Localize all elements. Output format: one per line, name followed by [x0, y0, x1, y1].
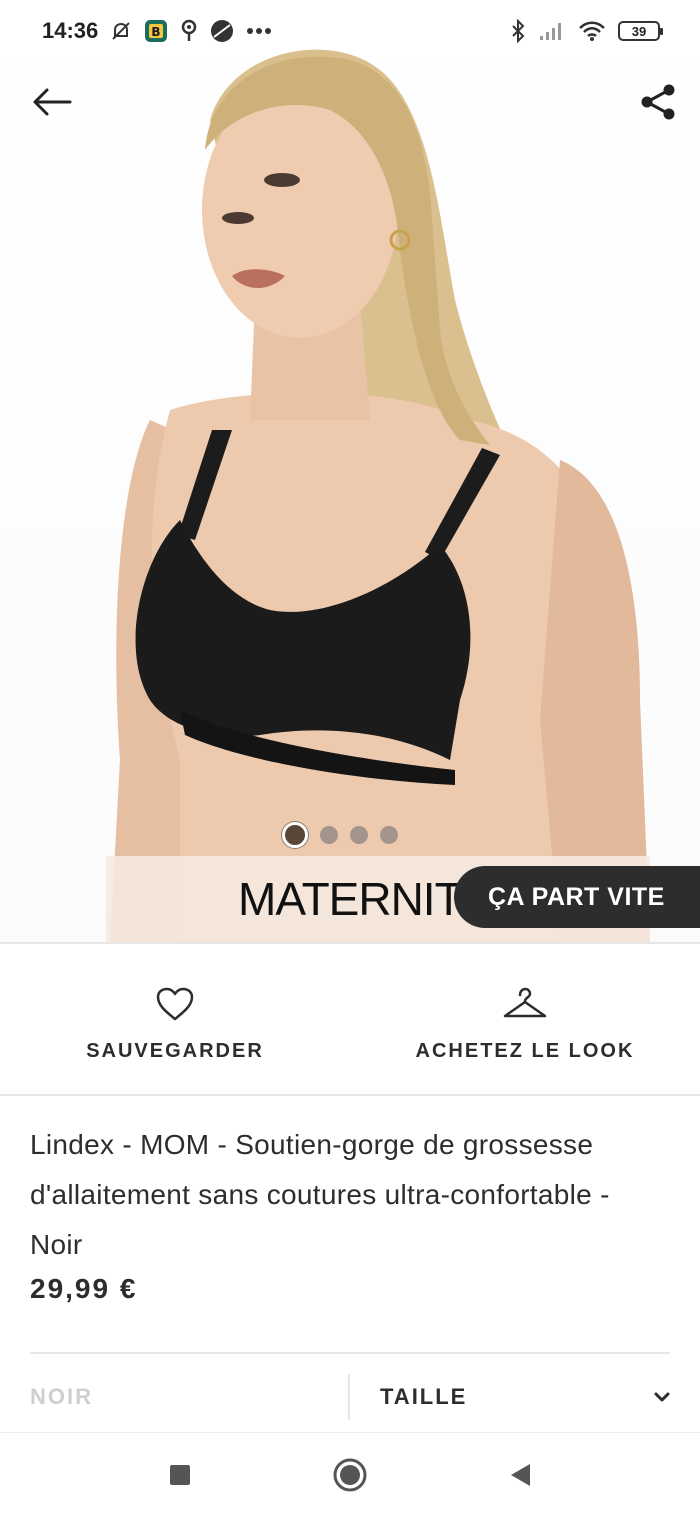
hanger-icon [503, 987, 547, 1018]
divider [30, 1352, 670, 1354]
divider [0, 1094, 700, 1096]
save-button[interactable]: SAUVEGARDER [0, 944, 350, 1094]
status-time: 14:36 [42, 18, 99, 43]
location-icon [180, 19, 198, 43]
save-label: SAUVEGARDER [86, 1040, 264, 1062]
product-title: Lindex - MOM - Soutien-gorge de grossess… [30, 1129, 610, 1260]
carousel-dots [282, 822, 398, 848]
selling-fast-badge: ÇA PART VITE [454, 866, 700, 928]
action-row: SAUVEGARDER ACHETEZ LE LOOK [0, 944, 700, 1094]
share-icon [641, 84, 675, 120]
back-nav-button[interactable] [490, 1445, 550, 1505]
b-app-icon: B [144, 19, 168, 43]
recents-button[interactable] [150, 1445, 210, 1505]
signal-icon [538, 20, 566, 42]
triangle-back-icon [511, 1464, 530, 1486]
more-dots-icon [246, 27, 272, 35]
shop-the-look-button[interactable]: ACHETEZ LE LOOK [350, 944, 700, 1094]
variant-selectors: NOIR TAILLE [30, 1374, 670, 1420]
carousel-dot[interactable] [350, 826, 368, 844]
svg-text:B: B [152, 25, 161, 39]
circle-app-icon [210, 19, 234, 43]
heart-icon [156, 987, 194, 1021]
carousel-dot[interactable] [380, 826, 398, 844]
shop-the-look-label: ACHETEZ LE LOOK [415, 1040, 635, 1062]
size-label: TAILLE [380, 1384, 468, 1409]
product-photo [110, 49, 650, 942]
home-circle-icon [333, 1458, 367, 1492]
arrow-left-icon [33, 88, 72, 116]
bluetooth-icon [510, 19, 526, 43]
battery-icon: 39 [618, 21, 663, 41]
carousel-dot[interactable] [320, 826, 338, 844]
wifi-icon [578, 20, 606, 42]
back-button[interactable] [24, 74, 80, 130]
color-label: NOIR [30, 1374, 350, 1420]
product-price: 29,99 € [30, 1273, 138, 1304]
status-bar: 14:36 B 39 [0, 0, 700, 62]
square-icon [170, 1465, 190, 1485]
product-image-carousel[interactable]: MATERNITY ÇA PART VITE [0, 0, 700, 942]
share-button[interactable] [630, 74, 686, 130]
size-dropdown[interactable]: TAILLE [350, 1374, 670, 1420]
muted-bell-icon [110, 20, 132, 42]
home-button[interactable] [320, 1445, 380, 1505]
carousel-dot-active[interactable] [282, 822, 308, 848]
system-navigation-bar [0, 1432, 700, 1517]
chevron-down-icon [654, 1392, 670, 1402]
